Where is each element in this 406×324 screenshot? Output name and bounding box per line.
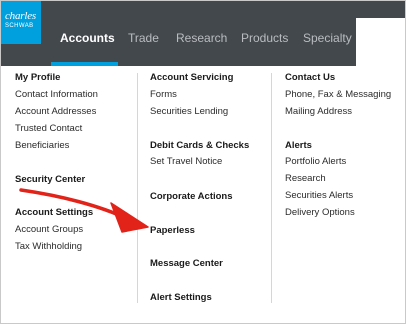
heading-account-settings[interactable]: Account Settings — [15, 207, 93, 219]
link-research[interactable]: Research — [285, 173, 326, 185]
link-portfolio-alerts[interactable]: Portfolio Alerts — [285, 156, 346, 168]
heading-message-center[interactable]: Message Center — [150, 258, 223, 270]
link-delivery-options[interactable]: Delivery Options — [285, 207, 355, 219]
heading-contact-us[interactable]: Contact Us — [285, 72, 335, 84]
heading-debit-cards-checks[interactable]: Debit Cards & Checks — [150, 140, 249, 152]
logo-wordmark-bottom: SCHWAB — [5, 23, 34, 29]
link-contact-information[interactable]: Contact Information — [15, 89, 98, 101]
heading-alert-settings[interactable]: Alert Settings — [150, 292, 212, 304]
link-securities-alerts[interactable]: Securities Alerts — [285, 190, 353, 202]
heading-my-profile[interactable]: My Profile — [15, 72, 60, 84]
link-account-groups[interactable]: Account Groups — [15, 224, 83, 236]
link-phone-fax-messaging[interactable]: Phone, Fax & Messaging — [285, 89, 391, 101]
link-beneficiaries[interactable]: Beneficiaries — [15, 140, 69, 152]
link-forms[interactable]: Forms — [150, 89, 177, 101]
top-navigation-bar: charles SCHWAB Accounts Trade Research P… — [1, 1, 405, 66]
nav-accounts[interactable]: Accounts — [60, 31, 115, 45]
nav-specialty[interactable]: Specialty — [303, 31, 352, 45]
heading-corporate-actions[interactable]: Corporate Actions — [150, 191, 233, 203]
column-divider — [137, 73, 138, 303]
app-frame: charles SCHWAB Accounts Trade Research P… — [0, 0, 406, 324]
link-account-addresses[interactable]: Account Addresses — [15, 106, 96, 118]
nav-trade[interactable]: Trade — [128, 31, 159, 45]
heading-alerts[interactable]: Alerts — [285, 140, 312, 152]
link-tax-withholding[interactable]: Tax Withholding — [15, 241, 82, 253]
logo-wordmark-top: charles — [5, 10, 36, 22]
heading-account-servicing[interactable]: Account Servicing — [150, 72, 233, 84]
nav-research[interactable]: Research — [176, 31, 227, 45]
schwab-logo[interactable]: charles SCHWAB — [1, 1, 41, 44]
link-set-travel-notice[interactable]: Set Travel Notice — [150, 156, 222, 168]
link-trusted-contact[interactable]: Trusted Contact — [15, 123, 82, 135]
link-mailing-address[interactable]: Mailing Address — [285, 106, 352, 118]
nav-products[interactable]: Products — [241, 31, 288, 45]
nav-service[interactable]: Service — [365, 31, 405, 45]
heading-paperless[interactable]: Paperless — [150, 225, 195, 237]
column-divider — [271, 73, 272, 303]
link-securities-lending[interactable]: Securities Lending — [150, 106, 228, 118]
heading-security-center[interactable]: Security Center — [15, 174, 85, 186]
